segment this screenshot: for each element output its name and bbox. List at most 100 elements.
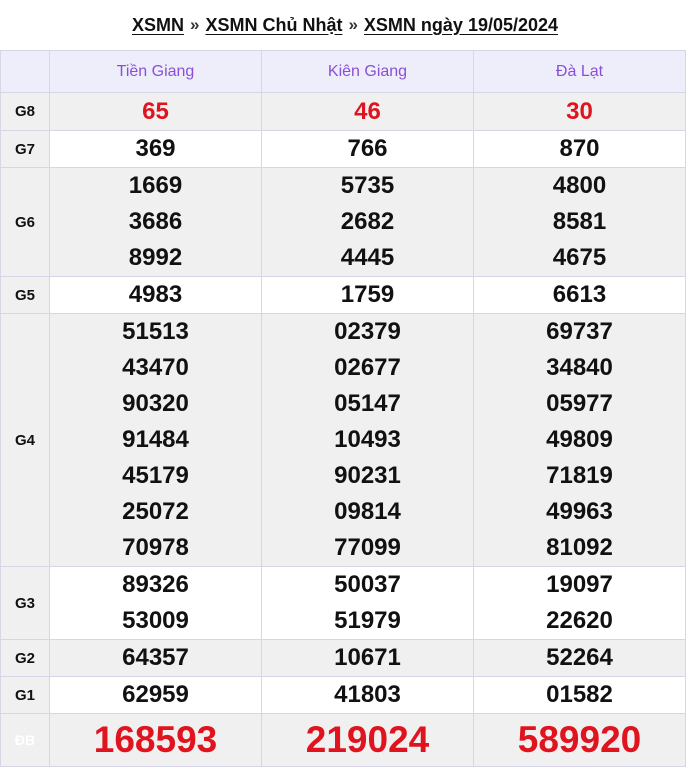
prize-cell: 64357	[49, 639, 262, 677]
prize-number: 02379	[334, 318, 401, 345]
prize-cell: 19097 22620	[473, 566, 686, 640]
prize-cell: 589920	[473, 713, 686, 767]
prize-cell: 51513 43470 90320 91484 45179 25072 7097…	[49, 313, 262, 567]
prize-number: 71819	[546, 462, 613, 489]
prize-number: 46	[354, 97, 381, 125]
prize-cell: 50037 51979	[261, 566, 474, 640]
prize-cell: 870	[473, 130, 686, 168]
special-prize-label: ĐB	[0, 713, 50, 767]
prize-number: 65	[142, 97, 169, 125]
prize-cell: 65	[49, 92, 262, 131]
prize-cell: 46	[261, 92, 474, 131]
prize-label: G2	[0, 639, 50, 677]
prize-number: 870	[559, 135, 600, 162]
prize-label: G6	[0, 167, 50, 277]
prize-label: G8	[0, 92, 50, 131]
prize-number: 4800	[552, 172, 607, 199]
prize-number: 8992	[128, 244, 183, 271]
prize-number: 69737	[546, 318, 613, 345]
prize-cell: 1759	[261, 276, 474, 314]
prize-number: 43470	[122, 354, 189, 381]
prize-row-g2: G2 64357 10671 52264	[0, 639, 686, 677]
prize-number: 81092	[546, 534, 613, 561]
prize-number: 90231	[334, 462, 401, 489]
special-prize-number: 589920	[517, 719, 642, 760]
prize-cell: 1669 3686 8992	[49, 167, 262, 277]
breadcrumb-separator: »	[348, 15, 358, 34]
prize-number: 25072	[122, 498, 189, 525]
prize-number: 01582	[546, 681, 613, 708]
prize-number: 30	[566, 97, 593, 125]
prize-number: 34840	[546, 354, 613, 381]
prize-number: 3686	[128, 208, 183, 235]
breadcrumb-link-xsmn-sunday[interactable]: XSMN Chủ Nhật	[205, 15, 342, 36]
prize-number: 4445	[340, 244, 395, 271]
prize-cell: 89326 53009	[49, 566, 262, 640]
prize-number: 4675	[552, 244, 607, 271]
breadcrumb-link-xsmn[interactable]: XSMN	[132, 15, 184, 36]
special-prize-number: 219024	[305, 719, 430, 760]
prize-number: 49963	[546, 498, 613, 525]
prize-cell: 01582	[473, 676, 686, 714]
prize-number: 52264	[546, 644, 613, 671]
prize-number: 77099	[334, 534, 401, 561]
prize-number: 50037	[334, 571, 401, 598]
prize-number: 766	[347, 135, 388, 162]
prize-number: 51979	[334, 607, 401, 634]
prize-cell: 41803	[261, 676, 474, 714]
prize-cell: 52264	[473, 639, 686, 677]
prize-cell: 30	[473, 92, 686, 131]
breadcrumb-separator: »	[189, 15, 200, 34]
prize-label: G7	[0, 130, 50, 168]
prize-number: 64357	[122, 644, 189, 671]
prize-cell: 02379 02677 05147 10493 90231 09814 7709…	[261, 313, 474, 567]
prize-number: 05977	[546, 390, 613, 417]
prize-label: G4	[0, 313, 50, 567]
prize-row-special: ĐB 168593 219024 589920	[0, 713, 686, 767]
prize-number: 05147	[334, 390, 401, 417]
prize-cell: 5735 2682 4445	[261, 167, 474, 277]
prize-number: 369	[135, 135, 176, 162]
prize-number: 4983	[128, 281, 183, 308]
prize-row-g4: G4 51513 43470 90320 91484 45179 25072 7…	[0, 313, 686, 567]
header-corner-cell	[0, 50, 50, 93]
prize-cell: 369	[49, 130, 262, 168]
prize-number: 8581	[552, 208, 607, 235]
prize-label: G1	[0, 676, 50, 714]
prize-number: 62959	[122, 681, 189, 708]
breadcrumb: XSMN » XSMN Chủ Nhật » XSMN ngày 19/05/2…	[0, 0, 690, 50]
prize-number: 51513	[122, 318, 189, 345]
prize-cell: 4800 8581 4675	[473, 167, 686, 277]
prize-cell: 10671	[261, 639, 474, 677]
province-header-tien-giang[interactable]: Tiền Giang	[49, 50, 262, 93]
prize-number: 02677	[334, 354, 401, 381]
prize-label: G3	[0, 566, 50, 640]
prize-number: 6613	[552, 281, 607, 308]
prize-row-g7: G7 369 766 870	[0, 130, 686, 168]
prize-label: G5	[0, 276, 50, 314]
prize-cell: 62959	[49, 676, 262, 714]
prize-number: 41803	[334, 681, 401, 708]
prize-number: 1759	[340, 281, 395, 308]
province-header-da-lat[interactable]: Đà Lạt	[473, 50, 686, 93]
prize-cell: 4983	[49, 276, 262, 314]
prize-row-g5: G5 4983 1759 6613	[0, 276, 686, 314]
prize-number: 10493	[334, 426, 401, 453]
prize-number: 53009	[122, 607, 189, 634]
breadcrumb-link-xsmn-date[interactable]: XSMN ngày 19/05/2024	[364, 15, 558, 36]
prize-cell: 168593	[49, 713, 262, 767]
prize-row-g6: G6 1669 3686 8992 5735 2682 4445 4800 85…	[0, 167, 686, 277]
prize-row-g1: G1 62959 41803 01582	[0, 676, 686, 714]
prize-cell: 69737 34840 05977 49809 71819 49963 8109…	[473, 313, 686, 567]
prize-number: 22620	[546, 607, 613, 634]
prize-number: 10671	[334, 644, 401, 671]
prize-number: 19097	[546, 571, 613, 598]
prize-number: 49809	[546, 426, 613, 453]
special-prize-number: 168593	[93, 719, 218, 760]
prize-number: 70978	[122, 534, 189, 561]
prize-cell: 6613	[473, 276, 686, 314]
prize-cell: 219024	[261, 713, 474, 767]
province-header-kien-giang[interactable]: Kiên Giang	[261, 50, 474, 93]
prize-cell: 766	[261, 130, 474, 168]
prize-number: 09814	[334, 498, 401, 525]
